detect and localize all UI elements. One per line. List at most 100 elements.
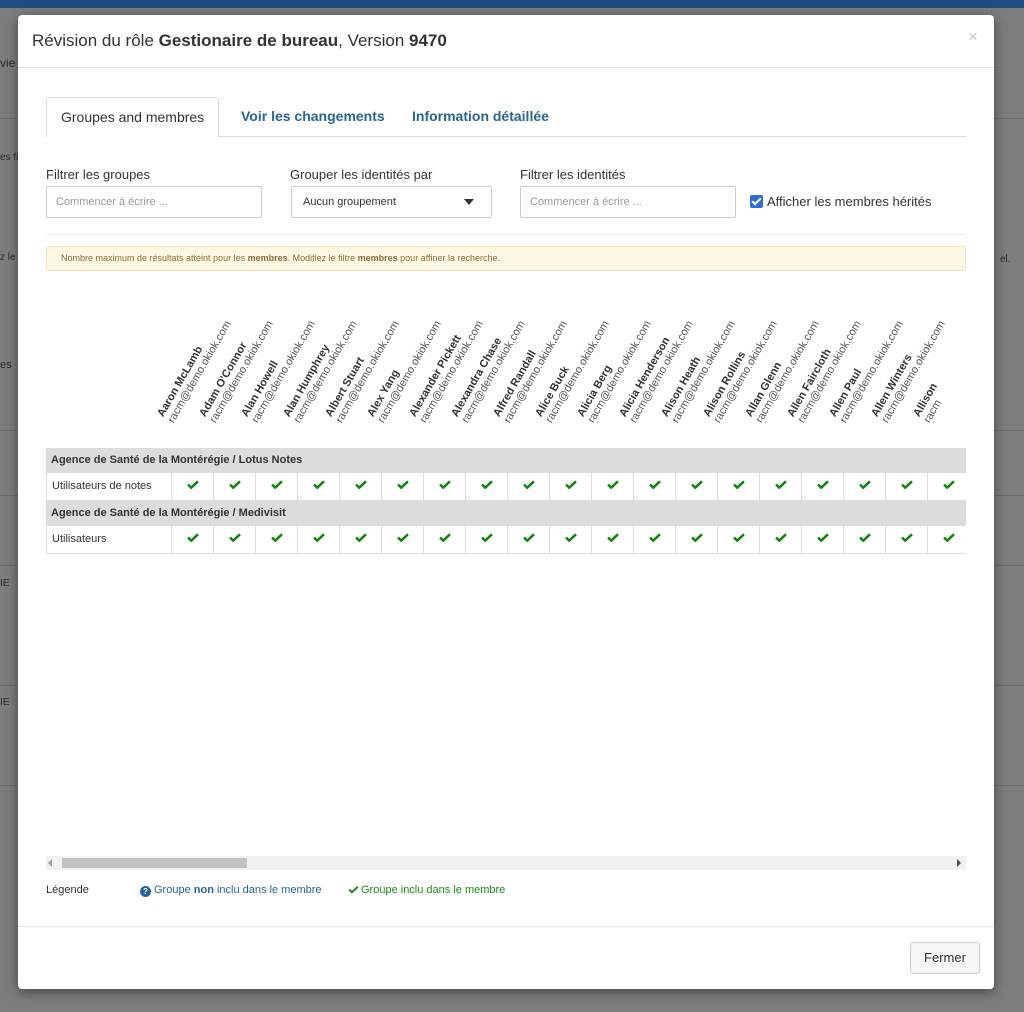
membership-cell[interactable] (633, 473, 675, 500)
close-button[interactable]: Fermer (910, 942, 980, 974)
membership-cell[interactable] (213, 526, 255, 553)
membership-cell[interactable] (297, 526, 339, 553)
alert-bold: membres (357, 253, 398, 263)
legend-label: Légende (46, 884, 89, 896)
group-by-select[interactable]: Aucun groupement (291, 186, 492, 218)
membership-cell[interactable] (171, 526, 213, 553)
check-icon (355, 533, 367, 542)
bg-text: es (0, 359, 12, 371)
membership-grid: Aaron McLamb racm@demo.okiok.com Adam O'Co… (46, 305, 966, 853)
check-icon (901, 480, 913, 489)
membership-cell[interactable] (381, 526, 423, 553)
check-icon (313, 533, 325, 542)
check-icon (271, 480, 283, 489)
membership-cell[interactable] (843, 526, 885, 553)
group-row-label: Utilisateurs de notes (52, 480, 152, 492)
group-header: Agence de Santé de la Montérégie / Lotus… (46, 448, 966, 473)
scroll-left-icon[interactable] (48, 859, 52, 867)
legend-text: inclu dans le membre (213, 884, 322, 896)
bg-text: IE (0, 697, 10, 708)
membership-cell[interactable] (675, 526, 717, 553)
membership-cell[interactable] (339, 526, 381, 553)
check-icon (565, 533, 577, 542)
bg-text: vie (0, 56, 16, 70)
legend-not-included: ? Groupe non inclu dans le membre (140, 884, 322, 897)
check-icon (691, 480, 703, 489)
check-icon (229, 533, 241, 542)
title-version-prefix: , Version (338, 31, 409, 50)
membership-cell[interactable] (255, 473, 297, 500)
membership-cell[interactable] (507, 526, 549, 553)
membership-cell[interactable] (843, 473, 885, 500)
membership-cell[interactable] (213, 473, 255, 500)
group-by-value: Aucun groupement (303, 196, 396, 208)
group-row: Utilisateurs (46, 526, 966, 554)
filters-divider (46, 234, 966, 235)
role-review-modal: Révision du rôle Gestionaire de bureau, … (18, 15, 994, 989)
check-icon (943, 533, 955, 542)
filter-groups-label: Filtrer les groupes (46, 167, 151, 182)
inherited-members-toggle[interactable]: Afficher les membres hérités (750, 194, 932, 209)
membership-cell[interactable] (297, 473, 339, 500)
close-icon[interactable]: × (968, 27, 978, 47)
check-icon (523, 533, 535, 542)
check-icon (187, 533, 199, 542)
check-icon (733, 533, 745, 542)
membership-cell[interactable] (465, 526, 507, 553)
tab-bar: Groupes and membres Voir les changements… (46, 97, 966, 138)
membership-cell[interactable] (801, 526, 843, 553)
check-icon (775, 533, 787, 542)
tab-groups-members[interactable]: Groupes and membres (46, 97, 220, 138)
membership-cell[interactable] (549, 473, 591, 500)
membership-cell[interactable] (885, 526, 927, 553)
legend-included: Groupe inclu dans le membre (348, 884, 505, 896)
membership-cell[interactable] (759, 473, 801, 500)
scrollbar-thumb[interactable] (62, 858, 247, 868)
membership-cell[interactable] (927, 473, 966, 500)
membership-cell[interactable] (759, 526, 801, 553)
membership-cell[interactable] (171, 473, 213, 500)
membership-cell[interactable] (633, 526, 675, 553)
membership-cell[interactable] (465, 473, 507, 500)
footer-divider (18, 926, 994, 927)
check-icon (817, 533, 829, 542)
membership-cell[interactable] (591, 473, 633, 500)
inherited-members-checkbox[interactable] (750, 195, 763, 208)
horizontal-scrollbar[interactable] (46, 856, 966, 870)
scroll-right-icon[interactable] (957, 859, 961, 867)
check-icon (817, 480, 829, 489)
membership-cell[interactable] (885, 473, 927, 500)
modal-header: Révision du rôle Gestionaire de bureau, … (18, 15, 994, 68)
check-icon (355, 480, 367, 489)
tab-detailed-info[interactable]: Information détaillée (398, 97, 563, 137)
filter-groups-input[interactable] (46, 186, 262, 218)
membership-cell[interactable] (717, 473, 759, 500)
membership-cell[interactable] (255, 526, 297, 553)
membership-cell[interactable] (801, 473, 843, 500)
legend-text: Groupe inclu dans le membre (361, 884, 506, 896)
membership-cell[interactable] (381, 473, 423, 500)
membership-cell[interactable] (927, 526, 966, 553)
membership-cell[interactable] (339, 473, 381, 500)
filter-identities-input[interactable] (520, 186, 736, 218)
check-icon (439, 533, 451, 542)
tab-view-changes[interactable]: Voir les changements (227, 97, 399, 137)
check-icon (187, 480, 199, 489)
check-icon (439, 480, 451, 489)
filter-identities-label: Filtrer les identités (520, 167, 626, 182)
check-icon (271, 533, 283, 542)
membership-cell[interactable] (423, 473, 465, 500)
group-row-label: Utilisateurs (52, 533, 107, 545)
alert-bold: membres (247, 253, 288, 263)
membership-cell[interactable] (591, 526, 633, 553)
membership-cell[interactable] (717, 526, 759, 553)
inherited-members-label: Afficher les membres hérités (767, 194, 932, 209)
group-header: Agence de Santé de la Montérégie / Mediv… (46, 501, 966, 526)
check-icon (397, 533, 409, 542)
membership-cell[interactable] (423, 526, 465, 553)
membership-cell[interactable] (549, 526, 591, 553)
membership-cell[interactable] (507, 473, 549, 500)
check-icon (607, 480, 619, 489)
membership-cell[interactable] (675, 473, 717, 500)
caret-down-icon (464, 199, 474, 205)
